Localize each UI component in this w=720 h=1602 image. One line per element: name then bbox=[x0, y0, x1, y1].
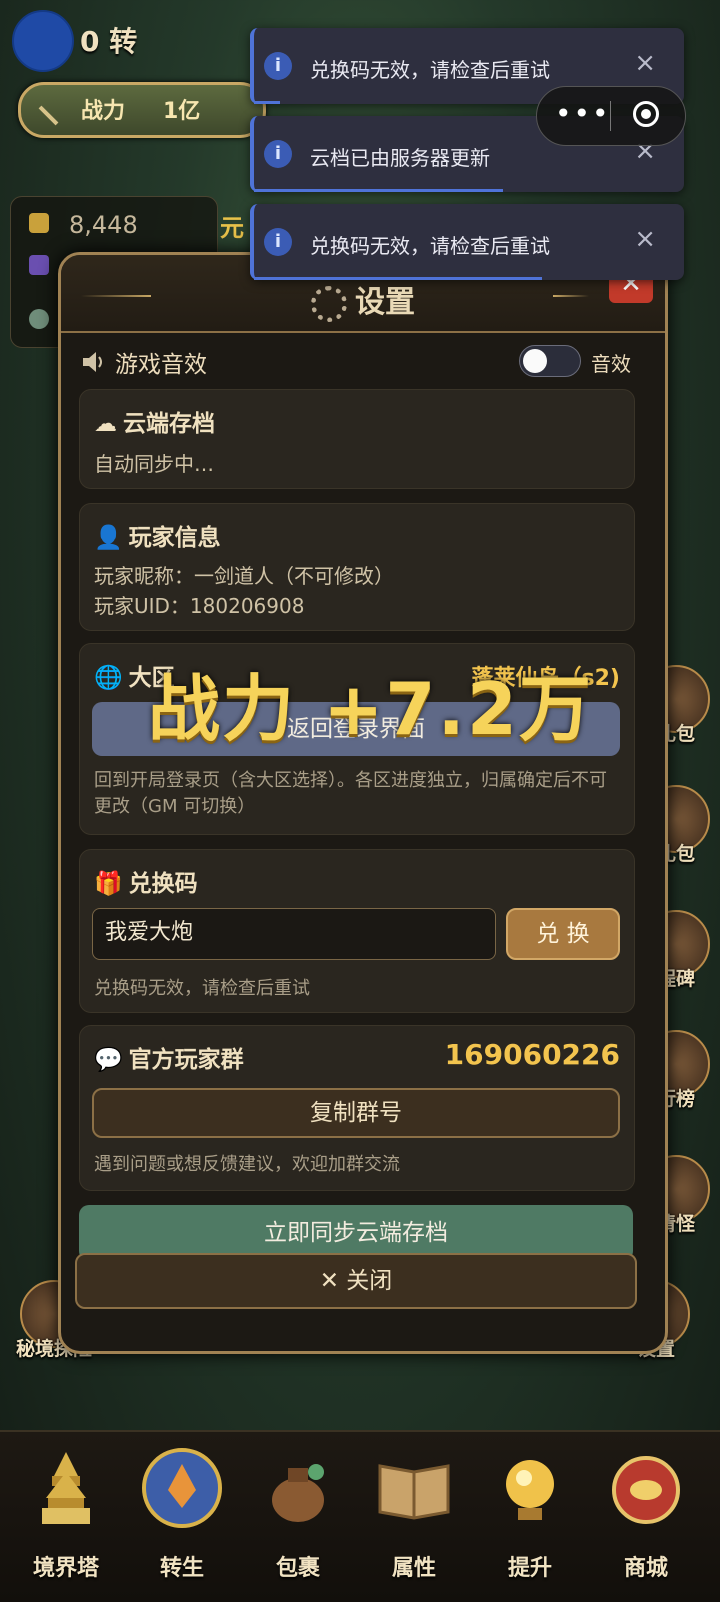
info-icon: i bbox=[264, 140, 292, 168]
toast-close-button[interactable]: × bbox=[634, 224, 656, 254]
nav-bag[interactable]: 包裹 bbox=[240, 1432, 356, 1602]
power-gain-overlay: 战力 +7.2万 bbox=[148, 667, 593, 751]
cloud-save-card: ☁ 云端存档 自动同步中… bbox=[79, 389, 635, 489]
toast-progress bbox=[254, 277, 543, 280]
globe-icon: 🌐 bbox=[94, 665, 123, 691]
toast-notification: i 兑换码无效，请检查后重试 × bbox=[250, 204, 684, 280]
cloud-icon: ☁ bbox=[94, 411, 117, 437]
region-note: 回到开局登录页（含大区选择）。各区进度独立，归属确定后不可更改（GM 可切换） bbox=[94, 770, 607, 817]
copy-group-button[interactable]: 复制群号 bbox=[92, 1088, 620, 1138]
nav-attributes[interactable]: 属性 bbox=[356, 1432, 472, 1602]
card-title: ☁ 云端存档 bbox=[94, 411, 215, 437]
speaker-icon bbox=[83, 352, 102, 372]
phoenix-icon bbox=[140, 1446, 224, 1530]
player-nickname: 玩家昵称：一剑道人（不可修改） bbox=[94, 564, 394, 588]
card-title: 🎁 兑换码 bbox=[94, 871, 198, 897]
orb-icon bbox=[488, 1446, 572, 1530]
power-label: 战力 bbox=[81, 99, 126, 124]
nav-realm-tower[interactable]: 境界塔 bbox=[8, 1432, 124, 1602]
sound-setting-row: 游戏音效 音效 bbox=[81, 343, 651, 383]
info-icon: i bbox=[264, 228, 292, 256]
nav-label: 提升 bbox=[507, 1556, 552, 1581]
gift-icon: 🎁 bbox=[94, 871, 123, 897]
nav-label: 转生 bbox=[159, 1556, 204, 1581]
toast-message: 云档已由服务器更新 bbox=[310, 146, 490, 170]
nav-upgrade[interactable]: 提升 bbox=[472, 1432, 588, 1602]
chat-icon: 💬 bbox=[94, 1047, 123, 1073]
power-banner: 战力 1亿 bbox=[18, 82, 266, 138]
group-number: 169060226 bbox=[444, 1038, 620, 1071]
more-menu-button[interactable]: ••• bbox=[555, 97, 611, 130]
player-uid: 玩家UID：180206908 bbox=[94, 594, 305, 618]
book-icon bbox=[372, 1446, 456, 1530]
jade-icon bbox=[29, 309, 49, 329]
nav-label: 属性 bbox=[391, 1556, 436, 1581]
nav-rebirth[interactable]: 转生 bbox=[124, 1432, 240, 1602]
sound-toggle-label: 音效 bbox=[591, 352, 631, 376]
toggle-knob bbox=[523, 349, 547, 373]
redeem-card: 🎁 兑换码 我爱大炮 兑 换 兑换码无效，请检查后重试 bbox=[79, 849, 635, 1013]
settings-dialog: 设置 ✕ 游戏音效 音效 ☁ 云端存档 自动同步中… 👤 玩家信息 玩家昵称：一剑道… bbox=[58, 252, 668, 1354]
nav-label: 包裹 bbox=[275, 1556, 320, 1581]
toast-progress bbox=[254, 101, 280, 104]
cloud-sync-status: 自动同步中… bbox=[94, 452, 214, 476]
nav-label: 商城 bbox=[623, 1556, 668, 1581]
bag-icon bbox=[256, 1446, 340, 1530]
capsule-divider bbox=[610, 101, 611, 131]
nav-label: 境界塔 bbox=[32, 1556, 99, 1581]
gear-icon bbox=[311, 285, 347, 322]
yuan-label: 元 bbox=[220, 214, 244, 242]
redeem-status: 兑换码无效，请检查后重试 bbox=[94, 978, 310, 999]
bottom-nav: 境界塔 转生 包裹 属性 提升 商城 bbox=[0, 1430, 720, 1602]
card-title: 💬 官方玩家群 bbox=[94, 1047, 244, 1073]
dialog-title: 设置 bbox=[61, 277, 665, 322]
nav-shop[interactable]: 商城 bbox=[588, 1432, 704, 1602]
close-dialog-button[interactable]: ✕ 关闭 bbox=[75, 1253, 637, 1309]
card-title: 👤 玩家信息 bbox=[94, 525, 221, 551]
miniprogram-capsule: ••• bbox=[536, 86, 686, 146]
group-note: 遇到问题或想反馈建议，欢迎加群交流 bbox=[94, 1154, 400, 1175]
sound-toggle[interactable] bbox=[519, 345, 581, 377]
official-group-card: 💬 官方玩家群 169060226 复制群号 遇到问题或想反馈建议，欢迎加群交流 bbox=[79, 1025, 635, 1191]
power-value: 1亿 bbox=[163, 99, 201, 124]
toast-progress bbox=[254, 189, 504, 192]
redeem-code-input[interactable]: 我爱大炮 bbox=[92, 908, 496, 960]
sound-label: 游戏音效 bbox=[115, 352, 207, 378]
player-avatar[interactable] bbox=[12, 10, 74, 72]
user-icon: 👤 bbox=[94, 525, 123, 551]
exit-miniprogram-button[interactable] bbox=[633, 101, 659, 127]
sword-icon bbox=[38, 88, 76, 126]
toast-close-button[interactable]: × bbox=[634, 48, 656, 78]
toast-message: 兑换码无效，请检查后重试 bbox=[310, 234, 550, 258]
redeem-button[interactable]: 兑 换 bbox=[506, 908, 620, 960]
treasure-icon bbox=[604, 1446, 688, 1530]
rebirth-count: 0 转 bbox=[80, 25, 138, 58]
gem-icon bbox=[29, 255, 49, 275]
pagoda-icon bbox=[24, 1446, 108, 1530]
toast-message: 兑换码无效，请检查后重试 bbox=[310, 58, 550, 82]
player-info-card: 👤 玩家信息 玩家昵称：一剑道人（不可修改） 玩家UID：180206908 bbox=[79, 503, 635, 631]
info-icon: i bbox=[264, 52, 292, 80]
gold-amount: 8,448 bbox=[69, 211, 138, 239]
gold-ingot-icon bbox=[29, 213, 49, 233]
